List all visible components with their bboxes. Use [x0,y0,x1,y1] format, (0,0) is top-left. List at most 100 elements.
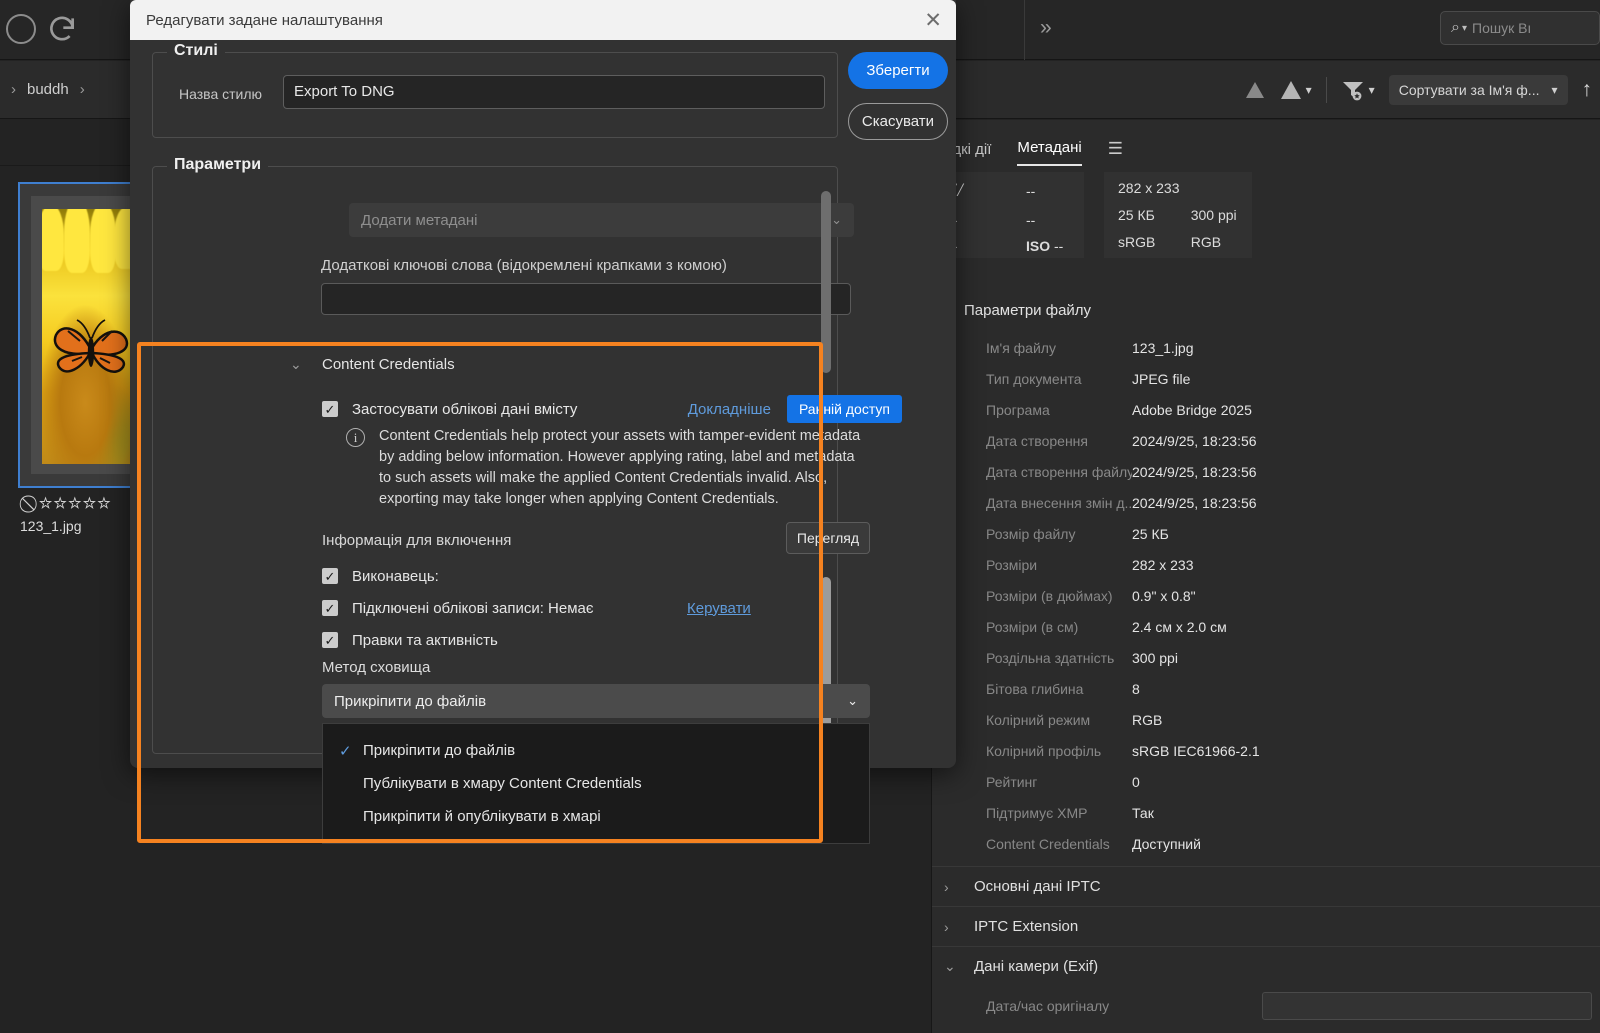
rating-stars[interactable]: ⃠ ☆☆☆☆☆ [32,494,112,514]
table-row: Дата створення 2024/9/25, 18:23:56 [932,425,1600,456]
colormode-value: RGB [1190,233,1222,250]
table-row: Розмір файлу 25 КБ [932,518,1600,549]
sort-ascending-icon[interactable]: ↑ [1582,78,1593,102]
storage-method-value: Прикріпити до файлів [334,692,487,710]
styles-fieldset: Стилі Назва стилю Export To DNG [152,42,838,138]
meta-value: 2024/9/25, 18:23:56 [1132,432,1257,449]
iso-value: ISO -- [1026,238,1064,254]
meta-key: Розміри (в дюймах) [986,587,1113,604]
thumbnail-filename: 123_1.jpg [20,518,82,534]
chevron-down-icon: ⌄ [290,356,302,372]
view-toolbar: ▾ ▾ Сортувати за Ім'я ф... ▾ ↑ [1244,61,1592,119]
table-row: Програма Adobe Bridge 2025 [932,394,1600,425]
meta-value: 282 x 233 [1132,556,1194,573]
panel-menu-icon[interactable]: ☰ [1108,139,1123,166]
apply-credentials-label: Застосувати облікові дані вмісту [352,400,578,418]
tab-metadata[interactable]: Метадані [1017,139,1082,166]
file-summary-card: 282 x 233 25 КБ 300 ppi sRGB RGB [1104,172,1252,258]
keywords-input[interactable] [321,283,851,315]
exif-date-field[interactable] [1262,992,1592,1020]
cancel-button[interactable]: Скасувати [848,103,948,140]
chevron-down-icon[interactable]: ▾ [1306,83,1312,97]
thumbnail-size-large-icon[interactable] [1280,80,1302,100]
content-credentials-note-text: Content Credentials help protect your as… [379,428,861,507]
meta-key: Дата створення файлу [986,463,1132,480]
meta-value: sRGB IEC61966-2.1 [1132,742,1260,759]
content-credentials-title: Content Credentials [322,356,455,373]
meta-key: Рейтинг [986,773,1038,790]
storage-method-dropdown[interactable]: Прикріпити до файлів ⌄ [322,684,870,718]
star-icon[interactable]: ☆ [53,494,68,513]
edits-activity-checkbox[interactable]: ✓ [322,632,338,648]
star-icon[interactable]: ☆ [97,494,112,513]
chevron-right-icon: › [944,878,949,895]
preview-button[interactable]: Перегляд [786,522,870,554]
meta-key: Розміри (в см) [986,618,1079,635]
star-icon[interactable]: ☆ [83,494,98,513]
meta-value: RGB [1132,711,1163,728]
table-row: Підтримує XMP Так [932,797,1600,828]
meta-key: Дата внесення змін д... [986,494,1132,511]
metadata-rows: Ім'я файлу 123_1.jpg Тип документа JPEG fi… [932,332,1600,859]
producer-checkbox[interactable]: ✓ [322,568,338,584]
add-metadata-dropdown[interactable]: Додати метадані ⌄ [349,203,854,237]
expand-panels-icon[interactable]: » [1040,16,1052,40]
meta-key: Дата створення [986,432,1088,449]
menu-item-attach-to-files[interactable]: Прикріпити до файлів [323,734,869,767]
meta-value: 2.4 см x 2.0 см [1132,618,1227,635]
style-name-input[interactable]: Export To DNG [283,75,825,109]
colorprofile-value: sRGB [1118,233,1156,250]
resolution-value: 300 ppi [1190,206,1237,223]
meta-value: 2024/9/25, 18:23:56 [1132,463,1257,480]
star-icon[interactable]: ☆ [39,494,54,513]
chevron-right-icon: › [11,81,16,98]
meta-value: 300 ppi [1132,649,1178,666]
back-circle-icon[interactable] [6,14,36,44]
menu-item-publish-to-cloud[interactable]: Публікувати в хмару Content Credentials [323,767,869,800]
star-icon[interactable]: ☆ [68,494,83,513]
meta-key: Роздільна здатність [986,649,1115,666]
save-button[interactable]: Зберегти [848,52,948,89]
search-input[interactable]: ⌕ ▾ Пошук Bı [1440,11,1600,45]
filter-icon[interactable] [1341,79,1365,101]
thumbnail-size-small-icon[interactable] [1244,80,1266,100]
topbar-divider [1024,0,1025,60]
content-credentials-header[interactable]: ⌄ Content Credentials [290,356,930,373]
sort-label: Сортувати за Ім'я ф... [1398,82,1540,98]
close-icon[interactable]: ✕ [924,10,942,31]
menu-item-label: Публікувати в хмару Content Credentials [363,775,642,792]
storage-method-label: Метод сховища [322,659,431,676]
meta-value: 0 [1132,773,1140,790]
sort-dropdown[interactable]: Сортувати за Ім'я ф... ▾ [1388,75,1568,105]
connected-accounts-checkbox[interactable]: ✓ [322,600,338,616]
early-access-button[interactable]: Ранній доступ [786,395,902,423]
meta-key: Ім'я файлу [986,339,1056,356]
table-row: Ім'я файлу 123_1.jpg [932,332,1600,363]
thumbnail-cell[interactable]: ⃠ ☆☆☆☆☆ 123_1.jpg [18,182,146,534]
table-row: Розміри 282 x 233 [932,549,1600,580]
group-iptc-core[interactable]: › Основні дані IPTC [932,866,1600,906]
menu-item-attach-and-publish[interactable]: Прикріпити й опублікувати в хмарі [323,800,869,833]
manage-link[interactable]: Керувати [687,600,751,617]
checkbox-row-producer: ✓ Виконавець: [322,564,902,588]
breadcrumb-item[interactable]: buddh [27,81,69,98]
chevron-down-icon[interactable]: ▾ [1462,23,1467,34]
filesize-value: 25 КБ [1118,206,1155,223]
learn-more-link[interactable]: Докладніше [688,401,771,418]
content-credentials-note: i Content Credentials help protect your … [346,426,866,510]
group-iptc-extension[interactable]: › IPTC Extension [932,906,1600,946]
exif-value: -- [1026,212,1036,228]
meta-value: Доступний [1132,835,1201,852]
refresh-icon[interactable] [46,13,78,45]
reject-icon[interactable]: ⃠ [32,494,33,513]
scrollbar-thumb-upper[interactable] [821,191,831,373]
table-row: Розміри (в дюймах) 0.9" x 0.8" [932,580,1600,611]
search-icon: ⌕ [1451,19,1460,36]
dimensions-value: 282 x 233 [1118,180,1180,197]
apply-credentials-checkbox[interactable]: ✓ [322,401,338,417]
chevron-down-icon[interactable]: ▾ [1369,83,1375,97]
group-camera-exif[interactable]: ⌄ Дані камери (Exif) [932,946,1600,986]
meta-key: Розмір файлу [986,525,1076,542]
style-name-label: Назва стилю [179,86,263,102]
chevron-right-icon: › [944,918,949,935]
